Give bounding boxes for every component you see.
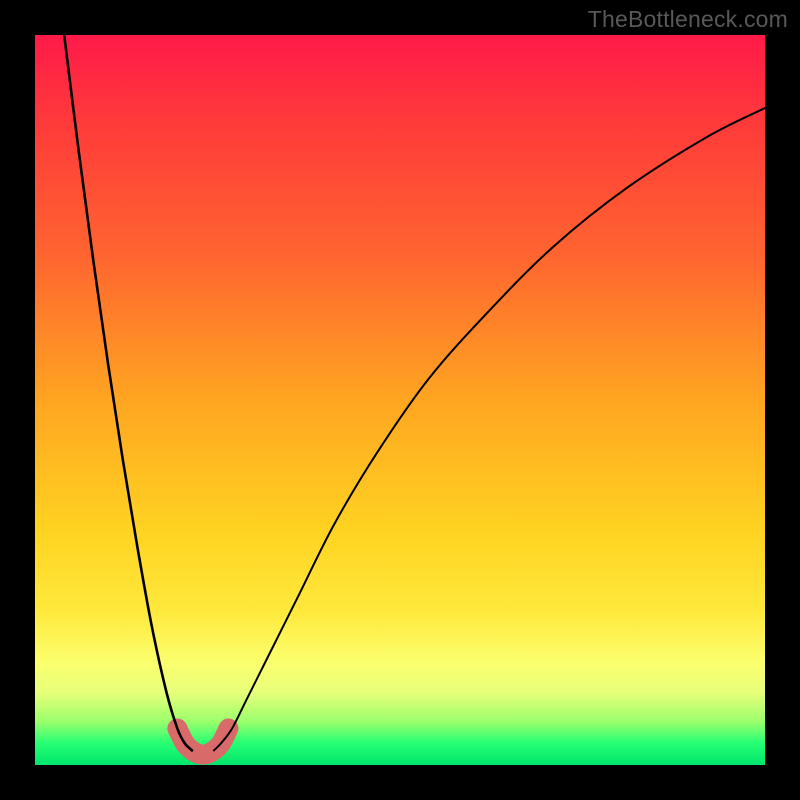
watermark-text: TheBottleneck.com <box>588 6 788 33</box>
curve-svg <box>35 35 765 765</box>
chart-frame: TheBottleneck.com <box>0 0 800 800</box>
plot-area <box>35 35 765 765</box>
left-branch <box>64 35 192 750</box>
right-branch <box>214 108 765 750</box>
